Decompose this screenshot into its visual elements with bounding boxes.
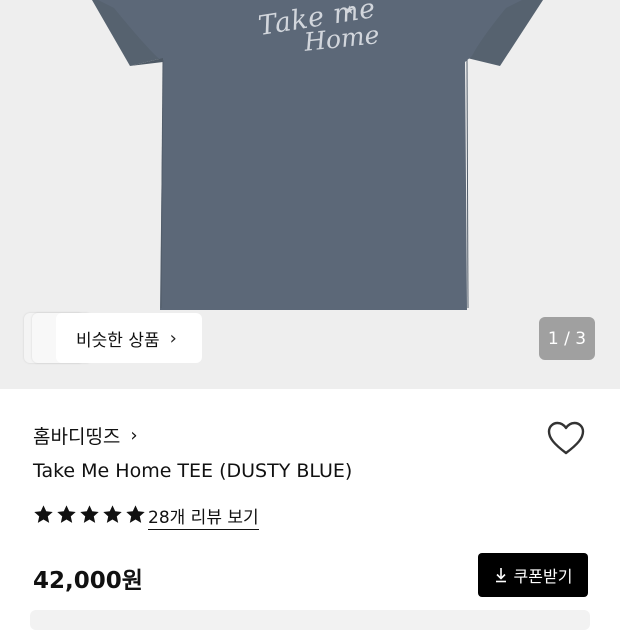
download-icon [495, 568, 506, 583]
similar-products-label: 비슷한 상품 [76, 330, 160, 351]
star-icon [103, 505, 122, 523]
coupon-label: 쿠폰받기 [513, 567, 573, 586]
wishlist-button[interactable] [546, 420, 586, 458]
star-icon [34, 505, 53, 523]
heart-outline-icon [547, 421, 585, 455]
coupon-download-button[interactable]: 쿠폰받기 [478, 553, 588, 597]
brand-link[interactable]: 홈바디띵즈 › [33, 422, 138, 449]
reviews-link[interactable]: 28개 리뷰 보기 [148, 503, 259, 530]
star-icon [57, 505, 76, 523]
tshirt-print-star-icon: ★ [344, 3, 355, 17]
product-image-gallery[interactable]: Take me ★ Home ◀ 비슷한 상품 › 1 / 3 [0, 0, 620, 389]
brand-name: 홈바디띵즈 [33, 426, 121, 448]
coupon-info-box [30, 610, 590, 630]
star-icon [80, 505, 99, 523]
image-page-counter: 1 / 3 [539, 317, 595, 360]
product-title: Take Me Home TEE (DUSTY BLUE) [33, 460, 353, 482]
chevron-right-icon: › [169, 327, 177, 349]
product-price: 42,000원 [33, 568, 143, 594]
chevron-right-icon: › [130, 425, 138, 446]
rating-stars [33, 504, 146, 525]
star-icon [126, 505, 145, 523]
similar-products-button[interactable]: 비슷한 상품 › [56, 313, 202, 363]
